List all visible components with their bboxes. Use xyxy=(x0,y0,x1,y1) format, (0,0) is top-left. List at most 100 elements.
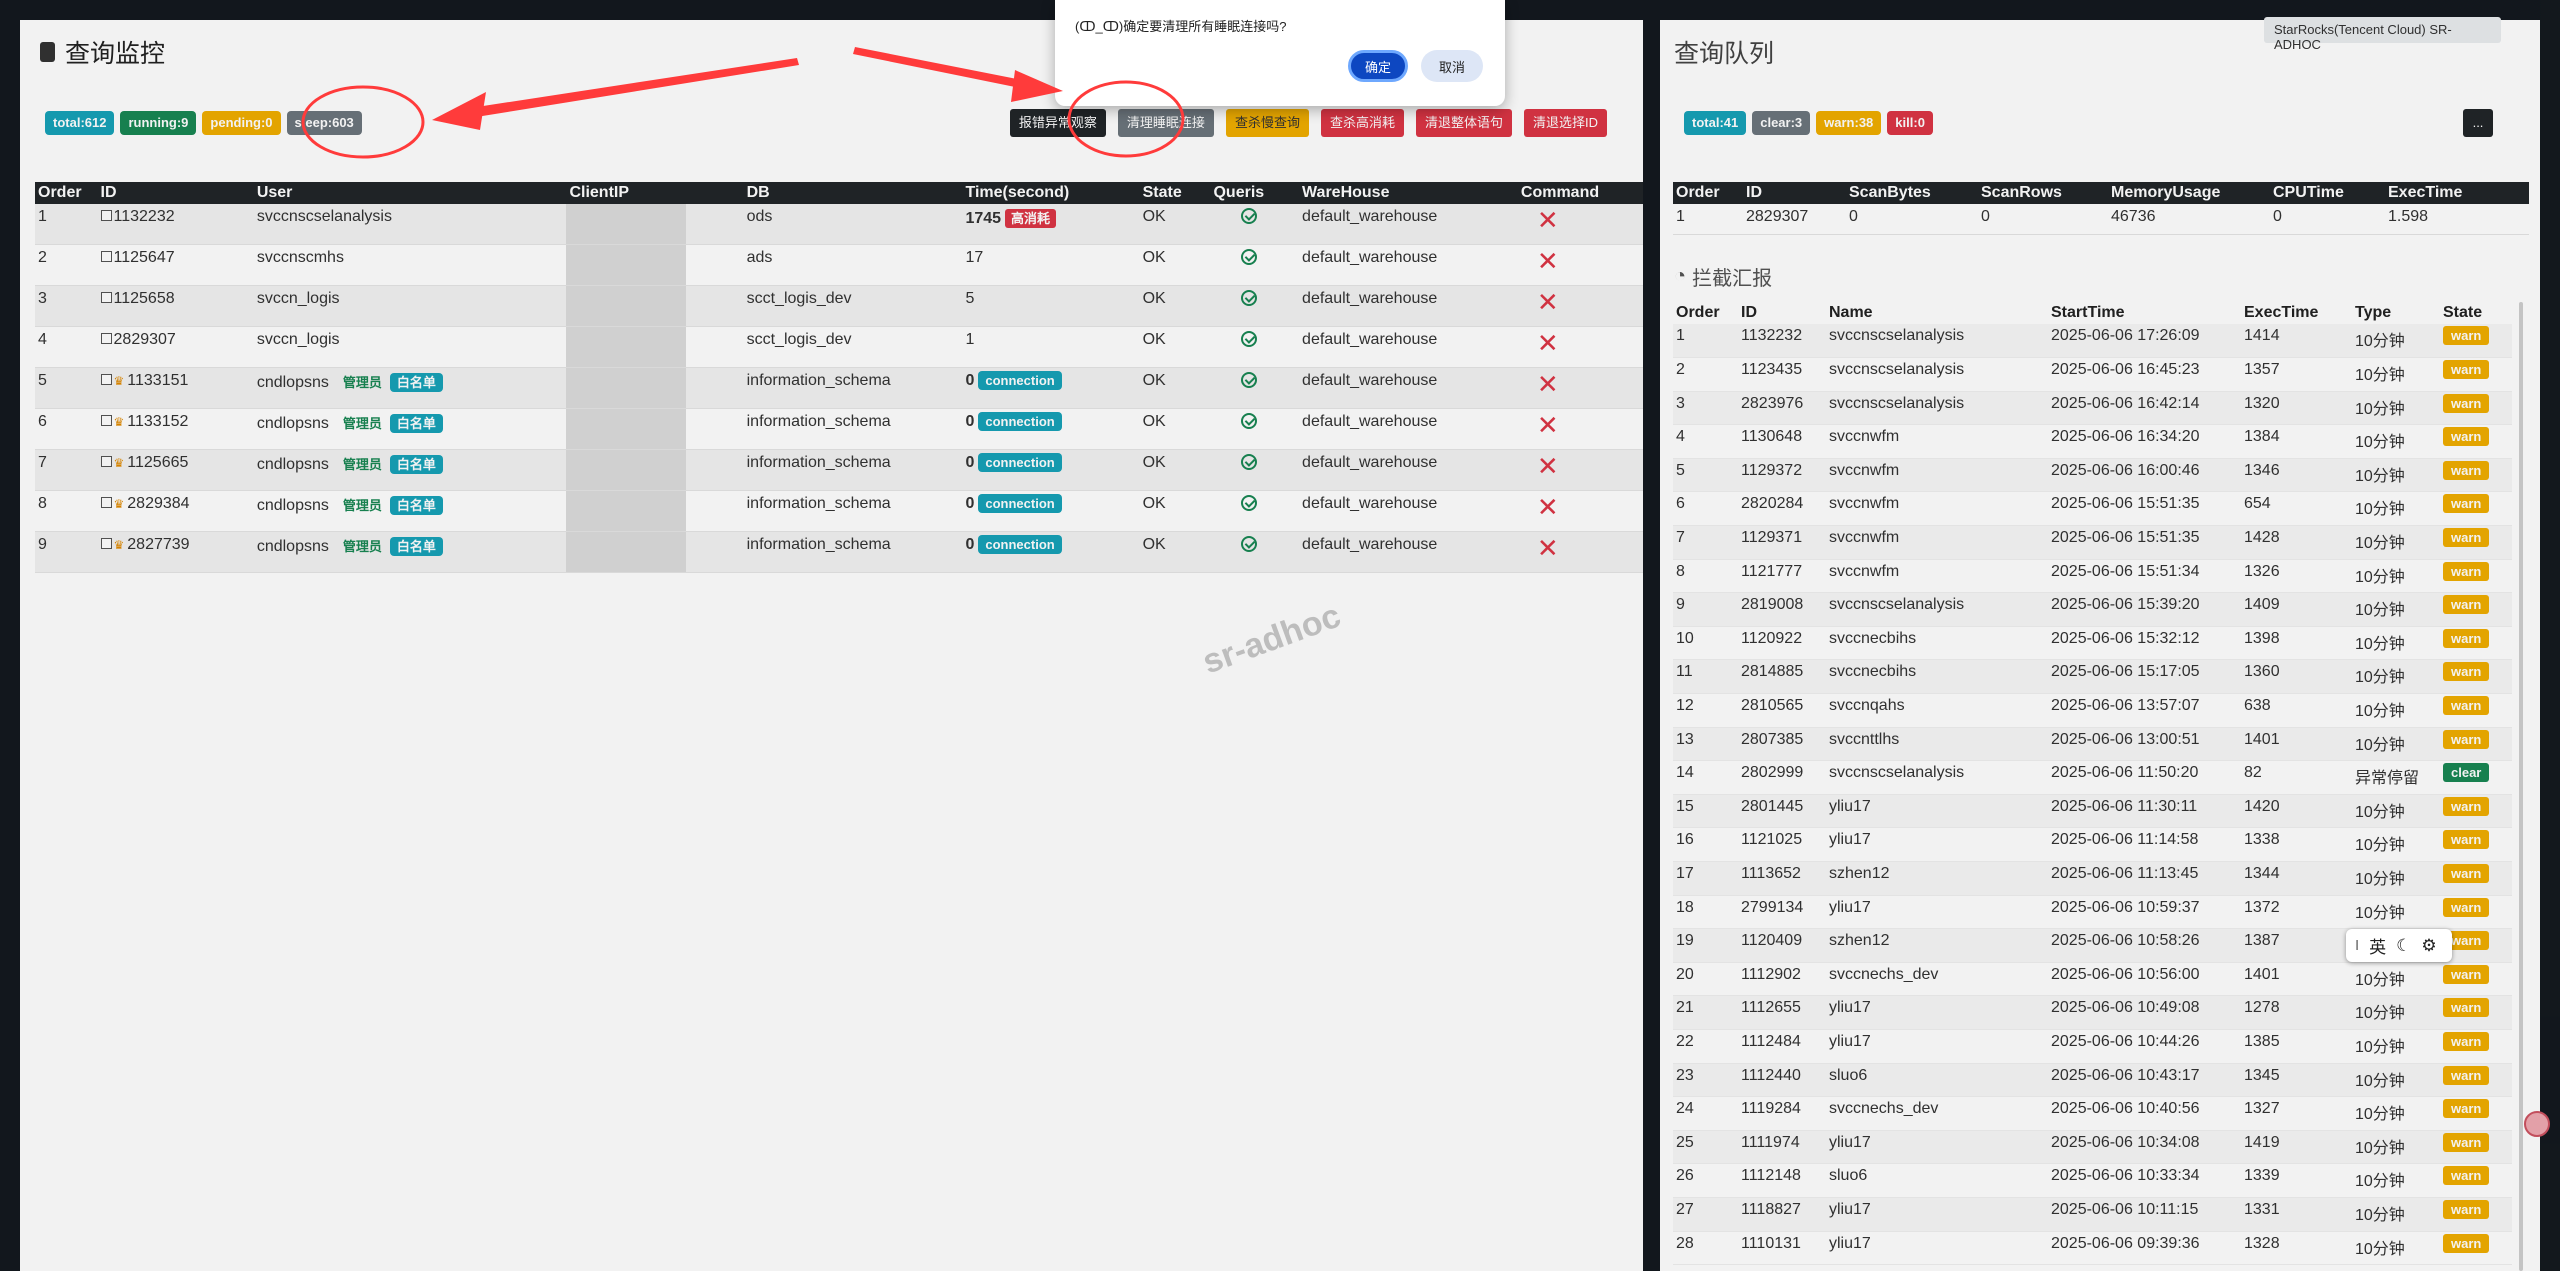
table-row[interactable]: 4 2829307 svccn_logis scct_logis_dev 1 OK defa… xyxy=(35,326,1643,368)
intercept-row[interactable]: 13 2807385 svccnttlhs 2025-06-06 13:00:51 14… xyxy=(1673,727,2512,762)
kill-x-icon[interactable]: ✕ xyxy=(1537,411,1559,441)
intercept-row[interactable]: 15 2801445 yliu17 2025-06-06 11:30:11 1420 10… xyxy=(1673,794,2512,829)
intercept-row[interactable]: 28 1110131 yliu17 2025-06-06 09:39:36 1328 10… xyxy=(1673,1231,2512,1266)
badge-running[interactable]: running:9 xyxy=(120,111,197,135)
intercept-row[interactable]: 27 1118827 yliu17 2025-06-06 10:11:15 1331 10… xyxy=(1673,1197,2512,1232)
intercept-row[interactable]: 22 1112484 yliu17 2025-06-06 10:44:26 1385 10… xyxy=(1673,1029,2512,1064)
intercept-row[interactable]: 9 2819008 svccnscselanalysis 2025-06-06 15:… xyxy=(1673,592,2512,627)
error-watch-button[interactable]: 报错异常观察 xyxy=(1009,109,1106,137)
intercept-row[interactable]: 2 1123435 svccnscselanalysis 2025-06-06 16:… xyxy=(1673,357,2512,392)
table-row[interactable]: 5 ♛ 1133151 cndlopsns 管理员 白名单 information_sche… xyxy=(35,367,1643,409)
clear-all-button[interactable]: 清退整体语句 xyxy=(1415,109,1512,137)
intercept-row[interactable]: 12 2810565 svccnqahs 2025-06-06 13:57:07 638… xyxy=(1673,693,2512,728)
state-badge[interactable]: warn xyxy=(2443,561,2490,581)
state-badge[interactable]: warn xyxy=(2443,628,2490,648)
intercept-row[interactable]: 21 1112655 yliu17 2025-06-06 10:49:08 1278 10… xyxy=(1673,995,2512,1030)
intercept-row[interactable]: 4 1130648 svccnwfm 2025-06-06 16:34:20 1384 1… xyxy=(1673,424,2512,459)
row-checkbox[interactable] xyxy=(100,251,112,262)
state-badge[interactable]: warn xyxy=(2443,864,2490,883)
row-checkbox[interactable] xyxy=(100,374,112,385)
state-badge[interactable]: warn xyxy=(2443,528,2490,548)
kill-x-icon[interactable]: ✕ xyxy=(1537,206,1559,236)
kill-heavy-button[interactable]: 查杀高消耗 xyxy=(1320,109,1404,137)
intercept-row[interactable]: 25 1111974 yliu17 2025-06-06 10:34:08 1419 10… xyxy=(1673,1130,2512,1165)
state-badge[interactable]: warn xyxy=(2443,1065,2490,1085)
table-row[interactable]: 7 ♛ 1125665 cndlopsns 管理员 白名单 information_sche… xyxy=(35,449,1643,491)
intercept-row[interactable]: 5 1129372 svccnwfm 2025-06-06 16:00:46 1346 1… xyxy=(1673,458,2512,493)
state-badge[interactable]: warn xyxy=(2443,360,2490,380)
state-badge[interactable]: warn xyxy=(2443,662,2490,682)
row-checkbox[interactable] xyxy=(100,538,112,549)
check-circle-icon[interactable] xyxy=(1241,372,1258,388)
check-circle-icon[interactable] xyxy=(1241,290,1258,306)
ime-lang-toggle[interactable]: 英 xyxy=(2369,933,2386,958)
table-row[interactable]: 3 1125658 svccn_logis scct_logis_dev 5 OK defa… xyxy=(35,285,1643,327)
intercept-row[interactable]: 11 2814885 svccnecbihs 2025-06-06 15:17:05 1… xyxy=(1673,659,2512,695)
row-checkbox[interactable] xyxy=(100,333,112,344)
kill-x-icon[interactable]: ✕ xyxy=(1537,534,1559,564)
floating-assistant-icon[interactable] xyxy=(2524,1111,2550,1137)
badge-total[interactable]: total:612 xyxy=(45,111,115,135)
check-circle-icon[interactable] xyxy=(1241,536,1258,552)
check-circle-icon[interactable] xyxy=(1241,454,1258,470)
state-badge[interactable]: warn xyxy=(2443,998,2490,1018)
table-row[interactable]: 9 ♛ 2827739 cndlopsns 管理员 白名单 information_sche… xyxy=(35,531,1643,573)
state-badge[interactable]: warn xyxy=(2443,1166,2490,1186)
badge-sleep[interactable]: sleep:603 xyxy=(286,111,362,135)
kill-x-icon[interactable]: ✕ xyxy=(1537,370,1559,400)
moon-icon[interactable]: ☾ xyxy=(2396,936,2411,956)
check-circle-icon[interactable] xyxy=(1241,331,1258,347)
row-checkbox[interactable] xyxy=(100,456,112,467)
intercept-row[interactable]: 3 2823976 svccnscselanalysis 2025-06-06 16:… xyxy=(1673,391,2512,426)
state-badge[interactable]: warn xyxy=(2443,897,2490,917)
table-row[interactable]: 2 1125647 svccnscmhs ads 17 OK default_warehou… xyxy=(35,244,1643,286)
queue-badge-total[interactable]: total:41 xyxy=(1684,111,1747,135)
intercept-row[interactable]: 24 1119284 svccnechs_dev 2025-06-06 10:40:5… xyxy=(1673,1096,2512,1131)
intercept-row[interactable]: 10 1120922 svccnecbihs 2025-06-06 15:32:12 1… xyxy=(1673,626,2512,661)
table-row[interactable]: 6 ♛ 1133152 cndlopsns 管理员 白名单 information_sche… xyxy=(35,408,1643,450)
row-checkbox[interactable] xyxy=(100,210,112,221)
intercept-row[interactable]: 17 1113652 szhen12 2025-06-06 11:13:45 1344 1… xyxy=(1673,861,2512,896)
row-checkbox[interactable] xyxy=(100,497,112,508)
badge-pending[interactable]: pending:0 xyxy=(202,111,281,135)
dialog-cancel-button[interactable]: 取消 xyxy=(1421,50,1483,82)
kill-x-icon[interactable]: ✕ xyxy=(1537,288,1559,318)
state-badge[interactable]: warn xyxy=(2443,964,2490,984)
intercept-row[interactable]: 7 1129371 svccnwfm 2025-06-06 15:51:35 1428 1… xyxy=(1673,525,2512,560)
kill-x-icon[interactable]: ✕ xyxy=(1537,247,1559,277)
state-badge[interactable]: warn xyxy=(2443,427,2490,447)
clear-selected-button[interactable]: 清退选择ID xyxy=(1523,109,1607,137)
state-badge[interactable]: warn xyxy=(2443,729,2490,749)
row-checkbox[interactable] xyxy=(100,415,112,426)
state-badge[interactable]: warn xyxy=(2443,696,2490,716)
intercept-row[interactable]: 6 2820284 svccnwfm 2025-06-06 15:51:35 654 10… xyxy=(1673,491,2512,527)
table-row[interactable]: 1 1132232 svccnscselanalysis ods 1745 高消耗 OK de… xyxy=(35,204,1643,245)
row-checkbox[interactable] xyxy=(100,292,112,303)
intercept-row[interactable]: 23 1112440 sluo6 2025-06-06 10:43:17 1345 10分… xyxy=(1673,1063,2512,1098)
gear-icon[interactable]: ⚙ xyxy=(2421,936,2436,956)
state-badge[interactable]: warn xyxy=(2443,1099,2490,1119)
state-badge[interactable]: warn xyxy=(2443,1031,2490,1051)
queue-row[interactable]: 1 2829307 0 0 46736 0 1.598 xyxy=(1673,204,2529,235)
state-badge[interactable]: warn xyxy=(2443,1233,2490,1253)
kill-x-icon[interactable]: ✕ xyxy=(1537,329,1559,359)
table-row[interactable]: 8 ♛ 2829384 cndlopsns 管理员 白名单 information_sche… xyxy=(35,490,1643,532)
intercept-row[interactable]: 1 1132232 svccnscselanalysis 2025-06-06 17:… xyxy=(1673,324,2512,359)
queue-more-button[interactable]: ... xyxy=(2463,109,2493,137)
intercept-row[interactable]: 26 1112148 sluo6 2025-06-06 10:33:34 1339 10分… xyxy=(1673,1163,2512,1198)
state-badge[interactable]: warn xyxy=(2443,595,2490,615)
cluster-select[interactable]: StarRocks(Tencent Cloud) SR-ADHOC xyxy=(2264,17,2501,52)
kill-x-icon[interactable]: ✕ xyxy=(1537,493,1559,523)
intercept-row[interactable]: 20 1112902 svccnechs_dev 2025-06-06 10:56:0… xyxy=(1673,962,2512,997)
check-circle-icon[interactable] xyxy=(1241,208,1258,224)
intercept-row[interactable]: 8 1121777 svccnwfm 2025-06-06 15:51:34 1326 1… xyxy=(1673,559,2512,594)
check-circle-icon[interactable] xyxy=(1241,249,1258,265)
state-badge[interactable]: warn xyxy=(2443,460,2490,480)
queue-badge-kill[interactable]: kill:0 xyxy=(1887,111,1933,135)
queue-badge-warn[interactable]: warn:38 xyxy=(1816,111,1882,135)
intercept-row[interactable]: 18 2799134 yliu17 2025-06-06 10:59:37 1372 10… xyxy=(1673,895,2512,930)
state-badge[interactable]: warn xyxy=(2443,1132,2490,1152)
state-badge[interactable]: warn xyxy=(2443,393,2490,413)
queue-badge-clear[interactable]: clear:3 xyxy=(1752,111,1811,135)
state-badge[interactable]: warn xyxy=(2443,326,2490,345)
